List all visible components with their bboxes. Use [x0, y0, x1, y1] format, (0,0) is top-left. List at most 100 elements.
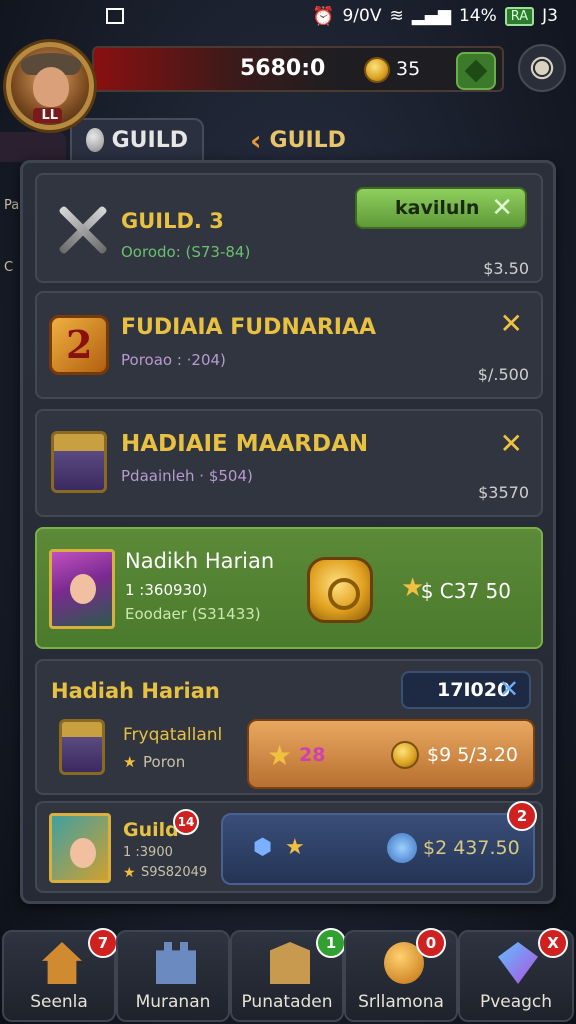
- guild-offer-card[interactable]: Guild 14 1 :3900 ★ S9S82049 ⬢ ★ $2 437.5…: [35, 801, 543, 893]
- tab-guild-label-2: GUILD: [269, 127, 346, 153]
- daily-reward-card[interactable]: Nadikh Harian 1 :360930) Eoodaer (S31433…: [35, 527, 543, 649]
- guild-panel: GUILD. 3 Oorodo: (S73-84) kaviluln ✕ $3.…: [20, 160, 556, 904]
- nav-label: Seenla: [30, 992, 88, 1012]
- card-subtitle: Eoodaer (S31433): [125, 605, 261, 623]
- nav-item-guild[interactable]: Punataden 1: [230, 928, 346, 1022]
- nav-label: Srllamona: [358, 992, 444, 1012]
- notification-icon: [106, 8, 124, 24]
- nav-item-rewards[interactable]: Srllamona 0: [344, 928, 458, 1022]
- nav-label: Muranan: [135, 992, 211, 1012]
- nav-item-castle[interactable]: Muranan: [116, 930, 230, 1022]
- nav-label: Pveagch: [479, 992, 553, 1012]
- item-name: Fryqatallanl: [123, 725, 223, 745]
- battery-icon: RA: [504, 6, 535, 26]
- buy-price: $2 437.50: [423, 837, 520, 859]
- chevron-left-icon: ‹: [250, 123, 262, 157]
- tab-guild-active[interactable]: GUILD: [70, 118, 204, 162]
- join-button-label: kaviluln: [395, 197, 480, 219]
- card-subtitle: Poron: [143, 753, 186, 771]
- notification-badge: X: [538, 928, 568, 958]
- card-title: HADIAIE MAARDAN: [121, 431, 369, 457]
- nav-item-home[interactable]: Seenla 7: [2, 928, 118, 1022]
- card-title: Hadiah Harian: [51, 679, 220, 703]
- gold-amount: 5680:0: [240, 56, 326, 81]
- number-badge-icon: [49, 315, 109, 375]
- join-button[interactable]: kaviluln ✕: [355, 187, 527, 229]
- battery-percent: 14%: [458, 6, 497, 26]
- network-text: 9/0V: [342, 6, 382, 26]
- card-subtitle: S9S82049: [141, 865, 208, 880]
- notification-badge: 1: [316, 928, 346, 958]
- avatar-face: [33, 67, 69, 107]
- side-label-b: C: [4, 260, 14, 275]
- card-subtitle: Poroao : ·204): [121, 351, 226, 369]
- card-line: 1 :3900: [123, 845, 173, 860]
- armor-icon: [49, 813, 111, 883]
- nav-item-shop[interactable]: Pveagch X: [458, 928, 574, 1022]
- guild-coin-icon: [86, 128, 104, 152]
- card-price: $3570: [478, 483, 529, 502]
- castle-icon: [156, 942, 196, 984]
- card-title: Guild: [123, 819, 179, 841]
- coin-icon: [391, 741, 419, 769]
- status-end: J3: [542, 6, 558, 26]
- card-price: $ C37 50: [420, 579, 511, 603]
- crossed-swords-icon: [51, 199, 113, 261]
- claim-button[interactable]: ★ 28 $9 5/3.20: [247, 719, 535, 789]
- card-title: GUILD. 3: [121, 209, 224, 233]
- star-icon: ★: [285, 835, 305, 860]
- coin-amount: 35: [396, 58, 421, 80]
- add-currency-button[interactable]: [456, 52, 496, 90]
- side-label-a: Pa: [4, 198, 20, 213]
- treasure-chest-icon: [51, 431, 107, 493]
- signal-icon: ▂▄▆: [411, 6, 451, 26]
- close-icon: ✕: [498, 675, 519, 703]
- shield-icon: [270, 942, 310, 984]
- bottom-nav: Seenla 7 Muranan Punataden 1 Srllamona 0…: [0, 928, 576, 1024]
- close-icon[interactable]: ✕: [500, 427, 523, 460]
- claim-count: 28: [299, 744, 326, 766]
- card-line: 1 :360930): [125, 581, 208, 599]
- alarm-icon: ⏰: [312, 5, 335, 27]
- claim-price: $9 5/3.20: [427, 744, 519, 766]
- nav-label: Punataden: [241, 992, 333, 1012]
- star-icon: ★: [123, 753, 137, 771]
- notification-badge: 14: [173, 809, 199, 835]
- daily-gift-card[interactable]: Hadiah Harian 17I020 ✕ Fryqatallanl ★ Po…: [35, 659, 543, 795]
- close-icon[interactable]: ✕: [500, 307, 523, 340]
- card-price: $3.50: [483, 259, 529, 278]
- notification-badge: 7: [88, 928, 118, 958]
- home-icon: [42, 942, 82, 984]
- notification-badge: 0: [416, 928, 446, 958]
- tab-guild[interactable]: ‹ GUILD: [236, 118, 366, 162]
- guild-card-3[interactable]: HADIAIE MAARDAN Pdaainleh · $504) ✕ $357…: [35, 409, 543, 517]
- wifi-icon: ≋: [389, 6, 404, 26]
- close-icon: ✕: [491, 193, 513, 223]
- gem-icon: [498, 942, 538, 984]
- status-right: ⏰ 9/0V ≋ ▂▄▆ 14% RA J3: [312, 6, 558, 27]
- tab-guild-label: GUILD: [111, 127, 188, 153]
- notification-badge: 2: [507, 801, 537, 831]
- card-price: $/.500: [477, 365, 529, 384]
- orb-icon: [387, 833, 417, 863]
- card-title: Nadikh Harian: [125, 549, 275, 573]
- coin-icon: [364, 57, 390, 83]
- player-avatar[interactable]: LL: [6, 42, 94, 130]
- guild-card-2[interactable]: FUDIAIA FUDNARIAA Poroao : ·204) ✕ $/.50…: [35, 291, 543, 399]
- timer-pill[interactable]: 17I020 ✕: [401, 671, 531, 709]
- crystal-chest-icon: [59, 719, 105, 775]
- side-tab[interactable]: [0, 132, 66, 162]
- gold-emblem-icon: [307, 557, 373, 623]
- star-icon: ★: [267, 739, 293, 772]
- card-subtitle: Pdaainleh · $504): [121, 467, 253, 485]
- player-level: LL: [33, 108, 63, 123]
- buy-button[interactable]: ⬢ ★ $2 437.50: [221, 813, 535, 885]
- guild-card-1[interactable]: GUILD. 3 Oorodo: (S73-84) kaviluln ✕ $3.…: [35, 173, 543, 283]
- status-bar: ⏰ 9/0V ≋ ▂▄▆ 14% RA J3: [0, 0, 576, 32]
- star-icon: ★: [123, 865, 136, 881]
- settings-gear-icon[interactable]: [518, 44, 566, 92]
- card-subtitle: Oorodo: (S73-84): [121, 243, 251, 261]
- card-title: FUDIAIA FUDNARIAA: [121, 315, 377, 340]
- top-bar: LL 5680:0 35: [0, 38, 576, 130]
- resource-bar: 5680:0 35: [92, 46, 504, 92]
